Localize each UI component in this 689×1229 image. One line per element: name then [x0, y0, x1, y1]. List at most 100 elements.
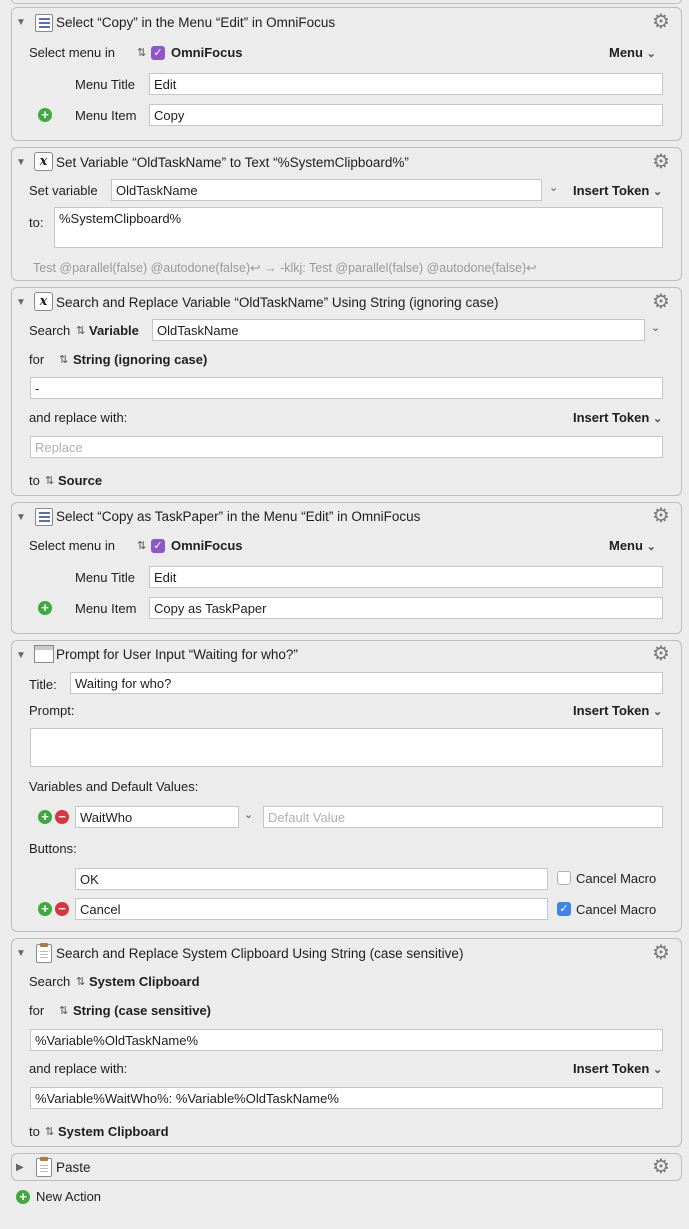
to-destination-selector[interactable]: System Clipboard	[58, 1124, 169, 1139]
disclosure-triangle-icon[interactable]: ▼	[16, 948, 26, 959]
window-icon	[34, 645, 54, 663]
insert-token-dropdown[interactable]: Insert Token ⌄	[573, 703, 662, 718]
variable-name-field[interactable]: WaitWho	[75, 806, 239, 828]
insert-token-dropdown[interactable]: Insert Token ⌄	[573, 410, 662, 425]
search-string-field[interactable]: %Variable%OldTaskName%	[30, 1029, 663, 1051]
gear-icon[interactable]: ⚙	[652, 506, 670, 526]
variable-dropdown-chevron-icon[interactable]: ⌄	[549, 181, 558, 194]
gear-icon[interactable]: ⚙	[652, 1157, 670, 1177]
updown-icon[interactable]: ⇅	[76, 975, 85, 988]
updown-icon[interactable]: ⇅	[45, 474, 54, 487]
disclosure-triangle-icon[interactable]: ▼	[16, 512, 26, 523]
insert-token-dropdown[interactable]: Insert Token ⌄	[573, 183, 662, 198]
variable-dropdown-chevron-icon[interactable]: ⌄	[244, 808, 253, 821]
gear-icon[interactable]: ⚙	[652, 943, 670, 963]
menu-dropdown[interactable]: Menu ⌄	[609, 45, 656, 60]
chevron-down-icon: ⌄	[646, 48, 656, 60]
clipboard-icon	[36, 943, 52, 963]
search-source-selector[interactable]: Variable	[89, 323, 139, 338]
for-mode-selector[interactable]: String (case sensitive)	[73, 1003, 211, 1018]
updown-icon[interactable]: ⇅	[59, 353, 68, 366]
action-title: Select “Copy as TaskPaper” in the Menu “…	[56, 509, 421, 524]
for-mode-selector[interactable]: String (ignoring case)	[73, 352, 207, 367]
cancel-macro-checkbox-cancel[interactable]: ✓	[557, 902, 571, 916]
add-menu-item-icon[interactable]: +	[38, 601, 52, 615]
insert-token-label: Insert Token	[573, 703, 650, 718]
disclosure-triangle-icon[interactable]: ▶	[16, 1162, 24, 1173]
variable-x-icon: x	[34, 152, 53, 171]
default-value-field[interactable]: Default Value	[263, 806, 663, 828]
updown-icon[interactable]: ⇅	[137, 539, 146, 552]
app-selector[interactable]: OmniFocus	[171, 45, 243, 60]
search-label: Search	[29, 323, 71, 338]
chevron-down-icon: ⌄	[646, 541, 656, 553]
menu-title-field[interactable]: Edit	[149, 73, 663, 95]
add-button-icon[interactable]: +	[38, 902, 52, 916]
insert-token-label: Insert Token	[573, 1061, 650, 1076]
disclosure-triangle-icon[interactable]: ▼	[16, 297, 26, 308]
add-variable-icon[interactable]: +	[38, 810, 52, 824]
replace-field[interactable]: %Variable%WaitWho%: %Variable%OldTaskNam…	[30, 1087, 663, 1109]
gear-icon[interactable]: ⚙	[652, 644, 670, 664]
previous-action-edge	[11, 0, 682, 4]
replace-label: and replace with:	[29, 1061, 128, 1076]
remove-variable-icon[interactable]: −	[55, 810, 69, 824]
replace-field[interactable]: Replace	[30, 436, 663, 458]
menu-item-label: Menu Item	[75, 108, 137, 123]
variable-dropdown-chevron-icon[interactable]: ⌄	[651, 321, 660, 334]
variable-x-icon: x	[34, 292, 53, 311]
menu-list-icon	[35, 14, 53, 32]
clipboard-icon	[36, 1157, 52, 1177]
select-menu-label: Select menu in	[29, 538, 115, 553]
cancel-macro-checkbox-ok[interactable]	[557, 871, 571, 885]
updown-icon[interactable]: ⇅	[45, 1125, 54, 1138]
action-title: Prompt for User Input “Waiting for who?”	[56, 647, 298, 662]
updown-icon[interactable]: ⇅	[137, 46, 146, 59]
disclosure-triangle-icon[interactable]: ▼	[16, 650, 26, 661]
disclosure-triangle-icon[interactable]: ▼	[16, 157, 26, 168]
chevron-down-icon: ⌄	[652, 706, 663, 718]
menu-list-icon	[35, 508, 53, 526]
variable-name-field[interactable]: OldTaskName	[111, 179, 542, 201]
action-select-menu-copy-taskpaper: ▼ Select “Copy as TaskPaper” in the Menu…	[11, 502, 682, 634]
button-cancel-field[interactable]: Cancel	[75, 898, 548, 920]
button-ok-field[interactable]: OK	[75, 868, 548, 890]
remove-button-icon[interactable]: −	[55, 902, 69, 916]
app-selector[interactable]: OmniFocus	[171, 538, 243, 553]
search-string-field[interactable]: -	[30, 377, 663, 399]
gear-icon[interactable]: ⚙	[652, 12, 670, 32]
action-title: Search and Replace Variable “OldTaskName…	[56, 295, 499, 310]
search-source-selector[interactable]: System Clipboard	[89, 974, 200, 989]
gear-icon[interactable]: ⚙	[652, 292, 670, 312]
menu-dropdown[interactable]: Menu ⌄	[609, 538, 656, 553]
to-label: to	[29, 473, 40, 488]
insert-token-label: Insert Token	[573, 183, 650, 198]
disclosure-triangle-icon[interactable]: ▼	[16, 17, 26, 28]
new-action-label: New Action	[36, 1189, 102, 1204]
text-value-field[interactable]: %SystemClipboard%	[54, 207, 663, 248]
omnifocus-app-icon: ✓	[151, 46, 165, 60]
menu-item-field[interactable]: Copy as TaskPaper	[149, 597, 663, 619]
menu-item-label: Menu Item	[75, 601, 137, 616]
insert-token-label: Insert Token	[573, 410, 650, 425]
to-label: to:	[29, 215, 44, 230]
updown-icon[interactable]: ⇅	[76, 324, 85, 337]
menu-title-field[interactable]: Edit	[149, 566, 663, 588]
action-set-variable: ▼ x Set Variable “OldTaskName” to Text “…	[11, 147, 682, 281]
insert-token-dropdown[interactable]: Insert Token ⌄	[573, 1061, 662, 1076]
menu-item-field[interactable]: Copy	[149, 104, 663, 126]
search-variable-field[interactable]: OldTaskName	[152, 319, 645, 341]
updown-icon[interactable]: ⇅	[59, 1004, 68, 1017]
action-search-replace-variable: ▼ x Search and Replace Variable “OldTask…	[11, 287, 682, 496]
chevron-down-icon: ⌄	[652, 1064, 663, 1076]
prompt-text-field[interactable]	[30, 728, 663, 767]
menu-dropdown-label: Menu	[609, 538, 643, 553]
to-destination-selector[interactable]: Source	[58, 473, 102, 488]
select-menu-label: Select menu in	[29, 45, 115, 60]
prompt-title-field[interactable]: Waiting for who?	[70, 672, 663, 694]
add-menu-item-icon[interactable]: +	[38, 108, 52, 122]
gear-icon[interactable]: ⚙	[652, 152, 670, 172]
replace-label: and replace with:	[29, 410, 128, 425]
buttons-label: Buttons:	[29, 841, 77, 856]
cancel-macro-label: Cancel Macro	[576, 871, 657, 886]
